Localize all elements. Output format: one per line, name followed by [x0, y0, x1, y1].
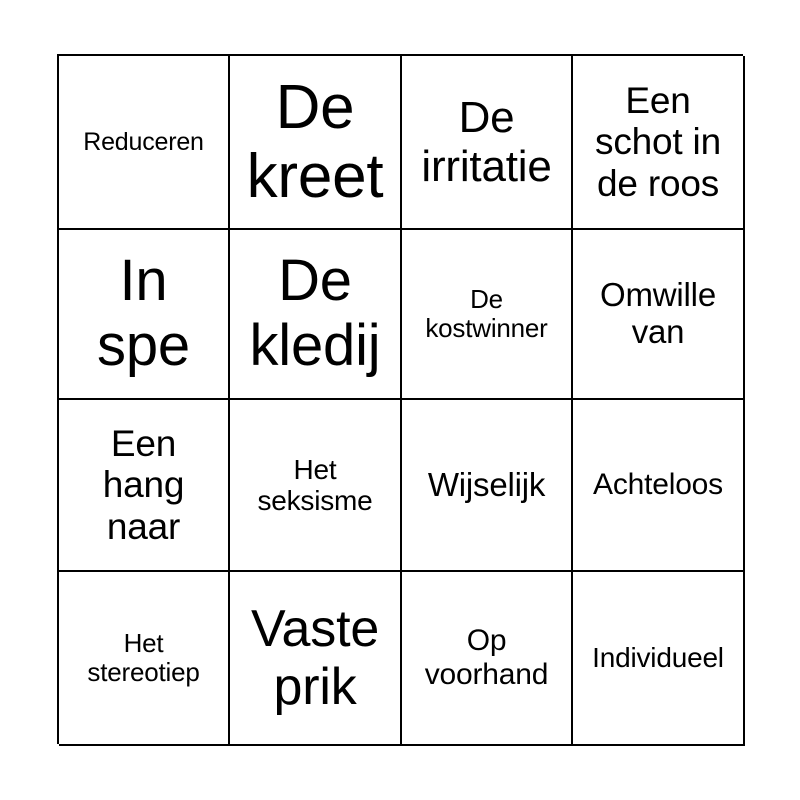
bingo-cell[interactable]: Op voorhand	[402, 572, 573, 746]
bingo-cell-label: In spe	[97, 248, 190, 378]
bingo-cell[interactable]: De kreet	[230, 56, 402, 230]
bingo-cell[interactable]: Wijselijk	[402, 400, 573, 572]
bingo-cell[interactable]: Vaste prik	[230, 572, 402, 746]
bingo-cell-label: De irritatie	[421, 92, 552, 191]
bingo-cell-label: Reduceren	[83, 128, 204, 156]
bingo-cell-label: Een schot in de roos	[595, 79, 721, 204]
bingo-cell[interactable]: Achteloos	[573, 400, 745, 572]
bingo-cell-label: De kostwinner	[425, 283, 548, 343]
bingo-cell[interactable]: Omwille van	[573, 230, 745, 400]
bingo-cell[interactable]: Het stereotiep	[59, 572, 230, 746]
bingo-cell-label: De kledij	[249, 248, 381, 378]
bingo-card-grid: Reduceren De kreet De irritatie Een schot i…	[57, 54, 745, 746]
bingo-cell[interactable]: Het seksisme	[230, 400, 402, 572]
bingo-cell[interactable]: De kledij	[230, 230, 402, 400]
bingo-cell-label: Achteloos	[593, 468, 723, 502]
bingo-cell-label: De kreet	[246, 72, 384, 211]
bingo-cell-label: Individueel	[592, 642, 724, 674]
bingo-cell-label: Vaste prik	[250, 599, 380, 716]
bingo-cell[interactable]: De irritatie	[402, 56, 573, 230]
bingo-cell-label: Wijselijk	[427, 465, 546, 503]
bingo-cell[interactable]: Een schot in de roos	[573, 56, 745, 230]
bingo-cell[interactable]: Reduceren	[59, 56, 230, 230]
bingo-cell-label: Op voorhand	[424, 624, 549, 691]
bingo-cell-label: Omwille van	[600, 276, 716, 350]
bingo-cell-label: Een hang naar	[102, 422, 185, 547]
bingo-cell-label: Het stereotiep	[87, 627, 200, 687]
bingo-cell[interactable]: Individueel	[573, 572, 745, 746]
bingo-cell-label: Het seksisme	[257, 453, 373, 516]
bingo-cell[interactable]: Een hang naar	[59, 400, 230, 572]
bingo-cell[interactable]: In spe	[59, 230, 230, 400]
bingo-cell[interactable]: De kostwinner	[402, 230, 573, 400]
